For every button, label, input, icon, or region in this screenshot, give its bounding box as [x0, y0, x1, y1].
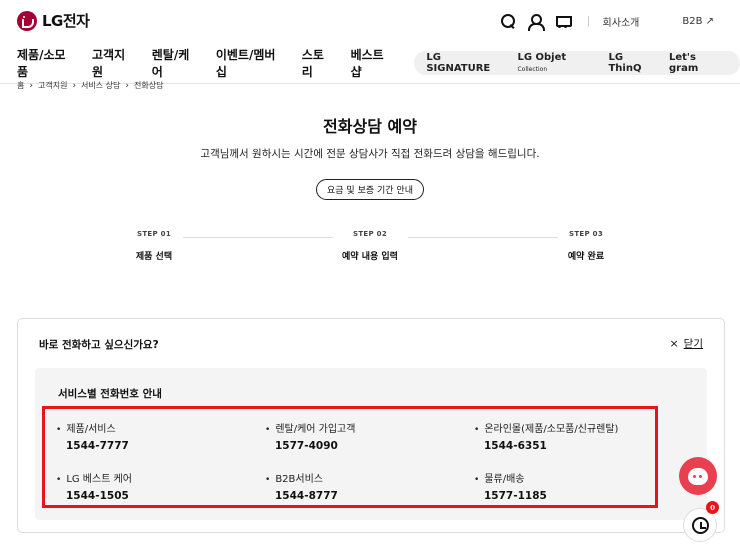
lg-face-icon — [17, 10, 37, 31]
step-2: STEP 02 예약 내용 입력 — [310, 230, 430, 262]
logo-text: LG전자 — [42, 12, 90, 30]
chevron-right-icon: › — [29, 80, 33, 91]
search-icon[interactable] — [500, 13, 516, 29]
breadcrumb-current: 전화상담 — [134, 81, 164, 90]
phone-number[interactable]: 1544-7777 — [66, 440, 129, 452]
close-icon: × — [669, 337, 679, 350]
close-label: 닫기 — [683, 338, 703, 350]
company-link[interactable]: 회사소개 — [603, 14, 640, 29]
breadcrumb-service[interactable]: 서비스 상담 — [81, 80, 120, 91]
breadcrumb-home[interactable]: 홈 — [17, 80, 24, 91]
step-label: 제품 선택 — [135, 252, 173, 262]
phone-service-name: 제품/서비스 — [56, 420, 129, 435]
step-indicator: STEP 01 제품 선택 STEP 02 예약 내용 입력 STEP 03 예… — [0, 230, 740, 270]
phone-item: 물류/배송 1577-1185 — [474, 470, 547, 502]
utility-menu: 회사소개 B2B ↗ — [489, 13, 714, 31]
lg-logo[interactable]: LG전자 — [17, 10, 90, 31]
chevron-right-icon: › — [72, 80, 77, 91]
brand-objet[interactable]: LG Objet Collection — [517, 52, 598, 74]
step-number: STEP 02 — [352, 230, 387, 238]
chevron-right-icon: › — [125, 80, 129, 91]
cart-icon[interactable] — [554, 13, 572, 29]
phone-number[interactable]: 1577-4090 — [275, 440, 355, 452]
main-nav: 제품/소모품 고객지원 렌탈/케어 이벤트/멤버십 스토리 베스트샵 LG SI… — [17, 46, 740, 80]
nav-bestshop[interactable]: 베스트샵 — [351, 46, 395, 80]
breadcrumb: 홈 › 고객지원 › 서비스 상담 › 전화상담 — [17, 80, 163, 91]
brand-objet-label: LG Objet — [517, 52, 567, 63]
phone-service-name: LG 베스트 케어 — [56, 470, 132, 485]
nav-products[interactable]: 제품/소모품 — [17, 46, 76, 80]
step-label: 예약 완료 — [567, 252, 605, 262]
phone-item: 렌탈/케어 가입고객 1577-4090 — [265, 420, 355, 452]
page-subtitle: 고객님께서 원하시는 시간에 전문 상담사가 직접 전화드려 상담을 해드립니다… — [200, 148, 540, 160]
phone-item: LG 베스트 케어 1544-1505 — [56, 470, 132, 502]
b2b-link[interactable]: B2B ↗ — [682, 16, 714, 27]
phone-item: 제품/서비스 1544-7777 — [56, 420, 129, 452]
nav-story[interactable]: 스토리 — [302, 46, 335, 80]
phone-service-name: 물류/배송 — [474, 470, 547, 485]
phone-number[interactable]: 1577-1185 — [484, 490, 547, 502]
phone-item: 온라인몰(제품/소모품/신규렌탈) 1544-6351 — [474, 420, 618, 452]
close-panel-button[interactable]: × 닫기 — [669, 336, 703, 351]
brand-signature[interactable]: LG SIGNATURE — [426, 52, 507, 74]
step-number: STEP 01 — [136, 230, 171, 238]
divider — [587, 15, 589, 27]
brand-links: LG SIGNATURE LG Objet Collection LG Thin… — [414, 51, 740, 75]
nav-support[interactable]: 고객지원 — [92, 46, 136, 80]
phone-number[interactable]: 1544-8777 — [275, 490, 338, 502]
history-count-badge: 0 — [706, 501, 719, 514]
brand-thinq[interactable]: LG ThinQ — [608, 52, 659, 74]
chatbot-icon — [688, 467, 708, 485]
user-icon[interactable] — [527, 13, 545, 31]
chatbot-button[interactable] — [679, 457, 717, 495]
phone-info-title: 서비스별 전화번호 안내 — [58, 388, 162, 400]
step-3: STEP 03 예약 완료 — [526, 230, 646, 262]
phone-number[interactable]: 1544-6351 — [484, 440, 618, 452]
step-label: 예약 내용 입력 — [342, 252, 398, 262]
phone-number[interactable]: 1544-1505 — [66, 490, 132, 502]
step-1: STEP 01 제품 선택 — [94, 230, 214, 262]
page-title: 전화상담 예약 — [323, 117, 417, 136]
site-header: LG전자 회사소개 B2B ↗ 제품/소모품 고객지원 렌탈/케어 이벤트/멤버… — [0, 0, 740, 91]
brand-objet-collection: Collection — [517, 66, 548, 73]
phone-service-name: 렌탈/케어 가입고객 — [265, 420, 355, 435]
phone-service-name: 온라인몰(제품/소모품/신규렌탈) — [474, 420, 618, 435]
fee-warranty-button[interactable]: 요금 및 보증 기간 안내 — [316, 179, 424, 200]
nav-event[interactable]: 이벤트/멤버십 — [216, 46, 286, 80]
step-number: STEP 03 — [568, 230, 603, 238]
brand-gram[interactable]: Let's gram — [669, 52, 728, 74]
phone-info-box: 서비스별 전화번호 안내 제품/서비스 1544-7777 렌탈/케어 가입고객… — [35, 368, 707, 520]
breadcrumb-support[interactable]: 고객지원 — [38, 80, 67, 91]
phone-item: B2B서비스 1544-8777 — [265, 470, 338, 502]
panel-question: 바로 전화하고 싶으신가요? — [39, 339, 159, 351]
direct-call-panel: 바로 전화하고 싶으신가요? × 닫기 서비스별 전화번호 안내 제품/서비스 … — [17, 318, 725, 533]
nav-rental[interactable]: 렌탈/케어 — [152, 46, 200, 80]
phone-service-name: B2B서비스 — [265, 470, 338, 485]
history-clock-icon — [691, 516, 709, 534]
